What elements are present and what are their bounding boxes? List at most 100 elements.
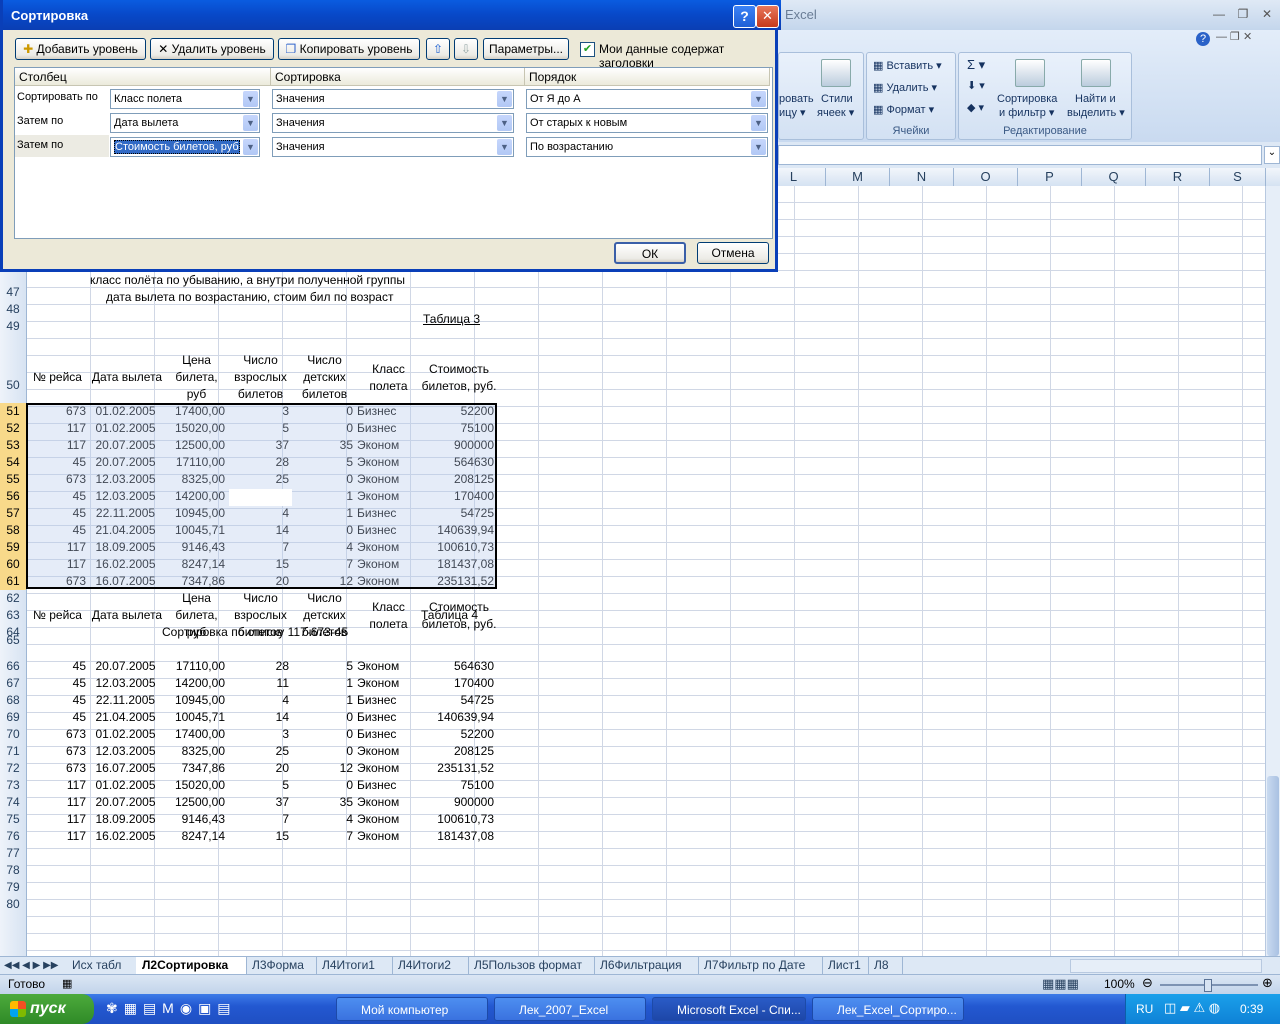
row-header-76[interactable]: 76 bbox=[0, 828, 26, 845]
row-header-73[interactable]: 73 bbox=[0, 777, 26, 794]
row-header-69[interactable]: 69 bbox=[0, 709, 26, 726]
row-header-67[interactable]: 67 bbox=[0, 675, 26, 692]
column-header-q[interactable]: Q bbox=[1082, 168, 1146, 186]
find-select-button-line2[interactable]: выделить ▾ bbox=[1067, 106, 1125, 119]
format-button[interactable]: ▦ Формат ▾ bbox=[873, 103, 934, 116]
column-header-p[interactable]: P bbox=[1018, 168, 1082, 186]
close-icon[interactable]: ✕ bbox=[1256, 5, 1278, 23]
close-icon[interactable]: ✕ bbox=[756, 5, 779, 28]
sheet-tab[interactable]: Л4Итоги2 bbox=[392, 957, 469, 974]
format-as-table-button-line2[interactable]: ицу ▾ bbox=[779, 106, 806, 119]
active-cell[interactable] bbox=[229, 489, 292, 506]
row-header-75[interactable]: 75 bbox=[0, 811, 26, 828]
sort-filter-button[interactable]: Сортировка bbox=[997, 93, 1057, 105]
scrollbar-thumb[interactable] bbox=[1267, 776, 1279, 956]
row-header-70[interactable]: 70 bbox=[0, 726, 26, 743]
row-header-65[interactable]: 65 bbox=[0, 590, 26, 658]
zoom-out-icon[interactable]: ⊖ bbox=[1142, 975, 1153, 991]
row-header-78[interactable]: 78 bbox=[0, 862, 26, 879]
column-header-r[interactable]: R bbox=[1146, 168, 1210, 186]
sheet-tab[interactable]: Л5Пользов формат bbox=[468, 957, 595, 974]
quick-launch-icons[interactable]: ✾▦▤M◉▣▤ bbox=[106, 1000, 237, 1017]
row-header-51[interactable]: 51 bbox=[0, 403, 26, 420]
row-header-66[interactable]: 66 bbox=[0, 658, 26, 675]
column-header-m[interactable]: M bbox=[826, 168, 890, 186]
cell-styles-icon[interactable] bbox=[821, 59, 851, 87]
restore-icon[interactable]: ❐ bbox=[1232, 5, 1254, 23]
level3-column-select[interactable]: Стоимость билетов, руб ▼ bbox=[110, 137, 260, 157]
column-header-s[interactable]: S bbox=[1210, 168, 1266, 186]
cell-styles-button-line2[interactable]: ячеек ▾ bbox=[817, 106, 854, 119]
row-header-58[interactable]: 58 bbox=[0, 522, 26, 539]
chevron-down-icon[interactable]: ▼ bbox=[243, 139, 258, 155]
row-header-47[interactable]: 47 bbox=[0, 284, 26, 301]
row-header-60[interactable]: 60 bbox=[0, 556, 26, 573]
move-down-button[interactable]: ⇩ bbox=[454, 38, 478, 60]
chevron-down-icon[interactable]: ▼ bbox=[497, 91, 512, 107]
zoom-in-icon[interactable]: ⊕ bbox=[1262, 975, 1273, 991]
delete-level-button[interactable]: ✕ Удалить уровень bbox=[150, 38, 274, 60]
row-header-77[interactable]: 77 bbox=[0, 845, 26, 862]
row-header-61[interactable]: 61 bbox=[0, 573, 26, 590]
fill-icon[interactable]: ⬇ ▾ bbox=[967, 79, 985, 92]
find-select-icon[interactable] bbox=[1081, 59, 1111, 87]
move-up-button[interactable]: ⇧ bbox=[426, 38, 450, 60]
chevron-down-icon[interactable]: ▼ bbox=[497, 139, 512, 155]
level2-sorton-select[interactable]: Значения ▼ bbox=[272, 113, 514, 133]
autosum-button[interactable]: Σ ▾ bbox=[967, 57, 985, 73]
macro-record-icon[interactable]: ▦ bbox=[62, 977, 72, 990]
tray-icons[interactable]: ◫ ▰ ⚠ ◍ bbox=[1164, 1000, 1220, 1016]
row-header-59[interactable]: 59 bbox=[0, 539, 26, 556]
headers-checkbox-label[interactable]: Мои данные содержат заголовки bbox=[599, 42, 775, 70]
row-header-52[interactable]: 52 bbox=[0, 420, 26, 437]
sort-filter-icon[interactable] bbox=[1015, 59, 1045, 87]
level2-order-select[interactable]: От старых к новым ▼ bbox=[526, 113, 768, 133]
row-header-74[interactable]: 74 bbox=[0, 794, 26, 811]
row-header-55[interactable]: 55 bbox=[0, 471, 26, 488]
ribbon-window-controls-icon[interactable]: — ❐ ✕ bbox=[1216, 30, 1252, 43]
chevron-down-icon[interactable]: ▼ bbox=[751, 115, 766, 131]
chevron-down-icon[interactable]: ▼ bbox=[243, 115, 258, 131]
vertical-scrollbar[interactable] bbox=[1265, 186, 1280, 956]
sort-filter-button-line2[interactable]: и фильтр ▾ bbox=[999, 106, 1054, 119]
row-header-72[interactable]: 72 bbox=[0, 760, 26, 777]
headers-checkbox[interactable]: ✔ bbox=[580, 42, 595, 57]
chevron-down-icon[interactable]: ▼ bbox=[243, 91, 258, 107]
level1-column-select[interactable]: Класс полета ▼ bbox=[110, 89, 260, 109]
insert-button[interactable]: ▦ Вставить ▾ bbox=[873, 59, 942, 72]
tab-nav-icon[interactable]: ◀◀ ◀ ▶ ▶▶ bbox=[4, 957, 58, 974]
zoom-slider-handle[interactable] bbox=[1204, 979, 1212, 992]
task-excel[interactable]: Microsoft Excel - Спи... bbox=[652, 997, 806, 1021]
task-lek-excel-sort[interactable]: Лек_Excel_Сортиро... bbox=[812, 997, 964, 1021]
sheet-tab[interactable]: Л3Форма bbox=[246, 957, 317, 974]
chevron-down-icon[interactable]: ▼ bbox=[497, 115, 512, 131]
row-header-80[interactable]: 80 bbox=[0, 896, 26, 913]
sheet-tab[interactable]: Л7Фильтр по Дате bbox=[698, 957, 823, 974]
copy-level-button[interactable]: ❐ Копировать уровень bbox=[278, 38, 420, 60]
row-header-48[interactable]: 48 bbox=[0, 301, 26, 318]
level1-order-select[interactable]: От Я до А ▼ bbox=[526, 89, 768, 109]
chevron-down-icon[interactable]: ▼ bbox=[751, 91, 766, 107]
view-mode-icon[interactable]: ▦▦▦ bbox=[1042, 976, 1079, 992]
help-icon[interactable]: ? bbox=[733, 5, 756, 28]
row-header-56[interactable]: 56 bbox=[0, 488, 26, 505]
column-header-o[interactable]: O bbox=[954, 168, 1018, 186]
row-header-53[interactable]: 53 bbox=[0, 437, 26, 454]
sheet-tab[interactable]: Л6Фильтрация bbox=[594, 957, 699, 974]
expand-formula-icon[interactable]: ⌄ bbox=[1264, 146, 1280, 164]
add-level-button[interactable]: ✚ Добавить уровень bbox=[15, 38, 146, 60]
zoom-level[interactable]: 100% bbox=[1104, 977, 1135, 991]
clear-icon[interactable]: ◆ ▾ bbox=[967, 101, 984, 114]
level3-order-select[interactable]: По возрастанию ▼ bbox=[526, 137, 768, 157]
sheet-tab[interactable]: Л2Сортировка bbox=[136, 957, 247, 974]
chevron-down-icon[interactable]: ▼ bbox=[751, 139, 766, 155]
column-header-n[interactable]: N bbox=[890, 168, 954, 186]
minimize-icon[interactable]: — bbox=[1208, 5, 1230, 23]
help-icon[interactable]: ? bbox=[1196, 32, 1210, 46]
cell-styles-button[interactable]: Стили bbox=[821, 93, 853, 105]
sheet-tab[interactable]: Л8 bbox=[868, 957, 903, 974]
horizontal-scrollbar[interactable] bbox=[1070, 959, 1262, 973]
task-lek-2007[interactable]: Лек_2007_Excel bbox=[494, 997, 646, 1021]
sheet-tab[interactable]: Исх табл bbox=[66, 957, 137, 974]
formula-input[interactable] bbox=[778, 145, 1262, 165]
